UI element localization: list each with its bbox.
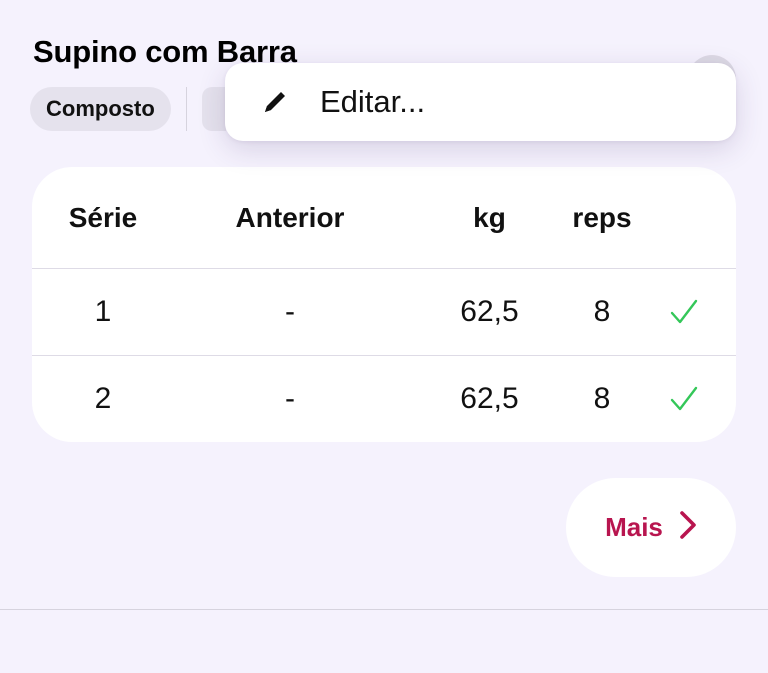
more-button[interactable]: Mais	[566, 478, 736, 577]
chevron-right-icon	[679, 510, 697, 545]
reps-input[interactable]: 8	[557, 356, 647, 442]
tag-chip-composto[interactable]: Composto	[30, 87, 171, 131]
tag-list: Composto	[30, 87, 226, 131]
table-row: 2 - 62,5 8	[32, 356, 736, 442]
previous-value: -	[285, 294, 295, 328]
bottom-divider	[0, 609, 768, 610]
set-number[interactable]: 1	[63, 268, 143, 355]
more-button-label: Mais	[605, 512, 663, 542]
tag-chip-partial[interactable]	[201, 87, 226, 131]
weight-input[interactable]: 62,5	[447, 356, 532, 442]
set-complete-checkmark-icon[interactable]	[664, 356, 704, 442]
table-row: 1 - 62,5 8	[32, 268, 736, 356]
set-number[interactable]: 2	[63, 356, 143, 442]
header-set: Série	[68, 201, 138, 233]
header-previous: Anterior	[235, 201, 345, 233]
set-complete-checkmark-icon[interactable]	[664, 268, 704, 355]
weight-input[interactable]: 62,5	[447, 268, 532, 355]
table-header: Série Anterior kg reps	[32, 167, 736, 269]
context-menu: Editar...	[225, 63, 736, 141]
header-weight: kg	[473, 201, 506, 233]
edit-menu-item[interactable]: Editar...	[320, 84, 425, 120]
sets-table: Série Anterior kg reps 1 - 62,5 8 2 - 62…	[32, 167, 736, 442]
reps-input[interactable]: 8	[557, 268, 647, 355]
pencil-icon	[260, 87, 290, 117]
workout-exercise-screen: Supino com Barra Composto Série Anterior…	[0, 0, 768, 673]
tag-divider	[185, 87, 187, 131]
header-reps: reps	[572, 201, 632, 233]
previous-value: -	[285, 382, 295, 415]
